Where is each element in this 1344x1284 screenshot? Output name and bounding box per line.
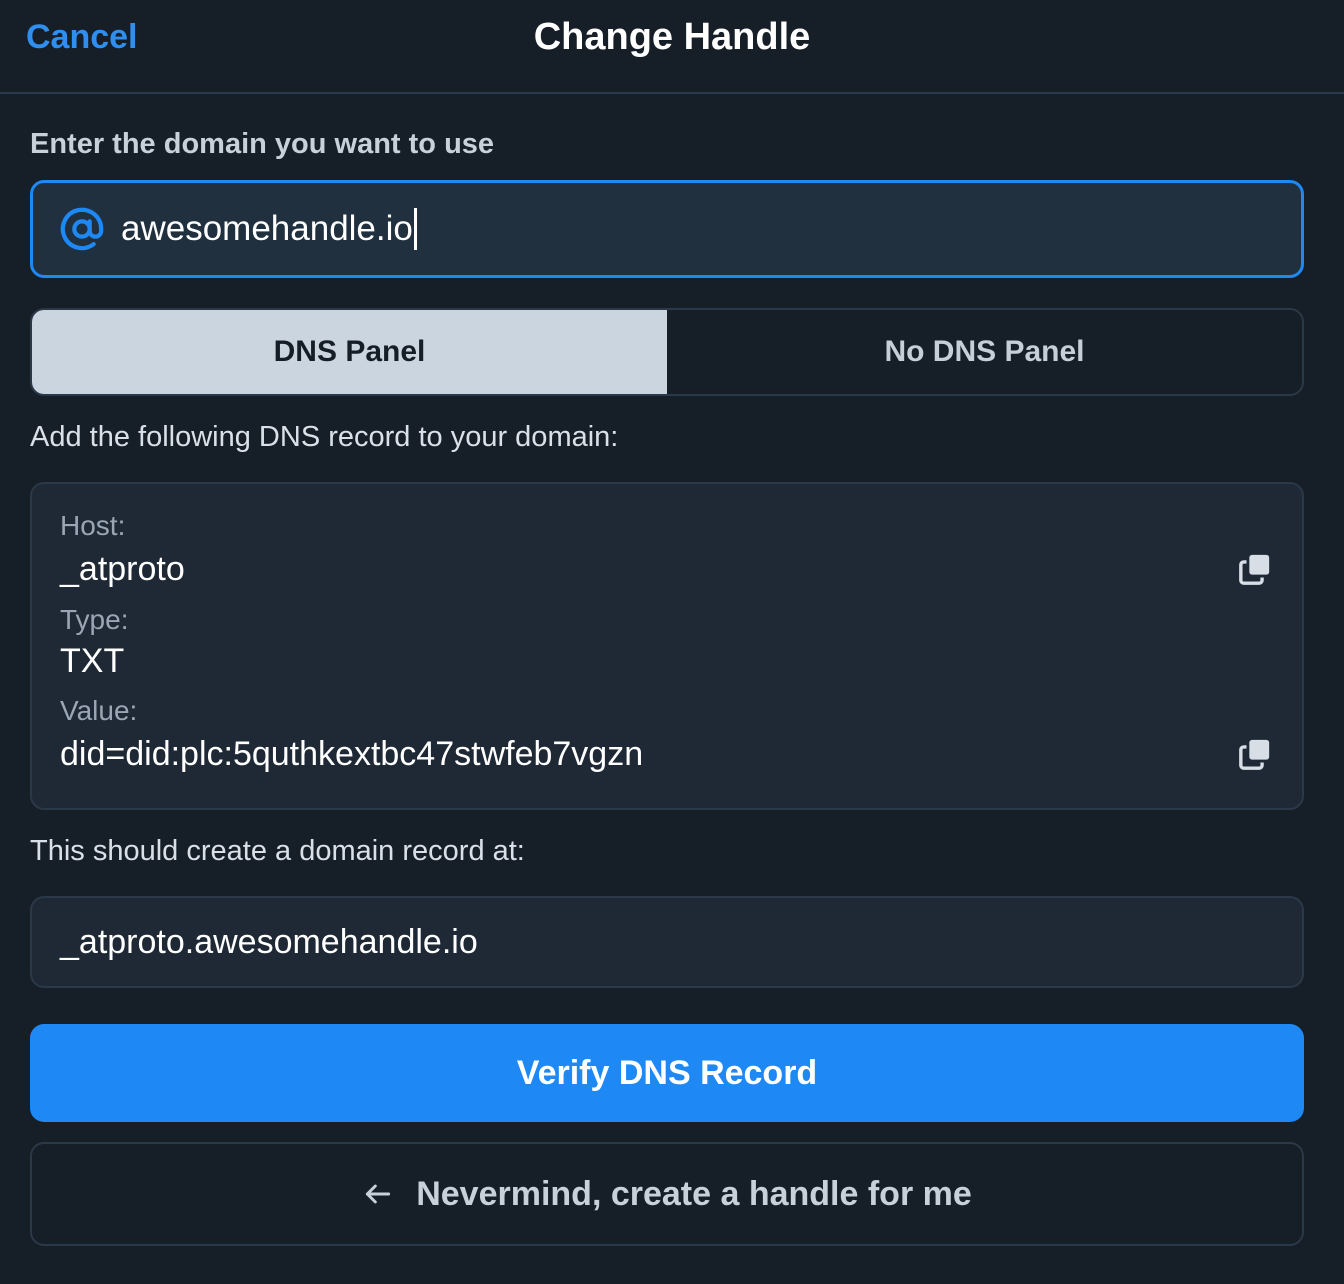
copy-value-icon[interactable] xyxy=(1238,737,1272,771)
domain-input-value[interactable]: awesomehandle.io xyxy=(121,208,417,250)
copy-host-icon[interactable] xyxy=(1238,552,1272,586)
instructions-label: Add the following DNS record to your dom… xyxy=(30,421,619,453)
value-label: Value: xyxy=(60,695,138,726)
type-label: Type: xyxy=(60,604,129,635)
dns-mode-toggle: DNS Panel No DNS Panel xyxy=(30,308,1304,396)
domain-prompt-label: Enter the domain you want to use xyxy=(30,128,495,160)
page-title: Change Handle xyxy=(533,16,811,58)
nevermind-label: Nevermind, create a handle for me xyxy=(416,1174,972,1213)
type-value: TXT xyxy=(60,642,125,680)
arrow-left-icon xyxy=(366,1184,391,1204)
at-icon xyxy=(60,207,104,251)
nevermind-button[interactable]: Nevermind, create a handle for me xyxy=(30,1142,1304,1246)
result-record-value: _atproto.awesomehandle.io xyxy=(60,922,478,961)
tab-no-dns-panel[interactable]: No DNS Panel xyxy=(667,310,1302,394)
host-value: _atproto xyxy=(60,550,185,588)
verify-dns-record-button[interactable]: Verify DNS Record xyxy=(30,1024,1304,1122)
header-bar: Cancel Change Handle xyxy=(0,0,1344,94)
tab-dns-panel[interactable]: DNS Panel xyxy=(32,310,667,394)
result-record-field: _atproto.awesomehandle.io xyxy=(30,896,1304,988)
value-value: did=did:plc:5quthkextbc47stwfeb7vgzn xyxy=(60,735,644,773)
host-label: Host: xyxy=(60,510,126,541)
dns-record-card: Host: _atproto Type: TXT Value: did=did:… xyxy=(30,482,1304,810)
domain-input[interactable]: awesomehandle.io xyxy=(30,180,1304,278)
result-prompt-label: This should create a domain record at: xyxy=(30,835,525,867)
